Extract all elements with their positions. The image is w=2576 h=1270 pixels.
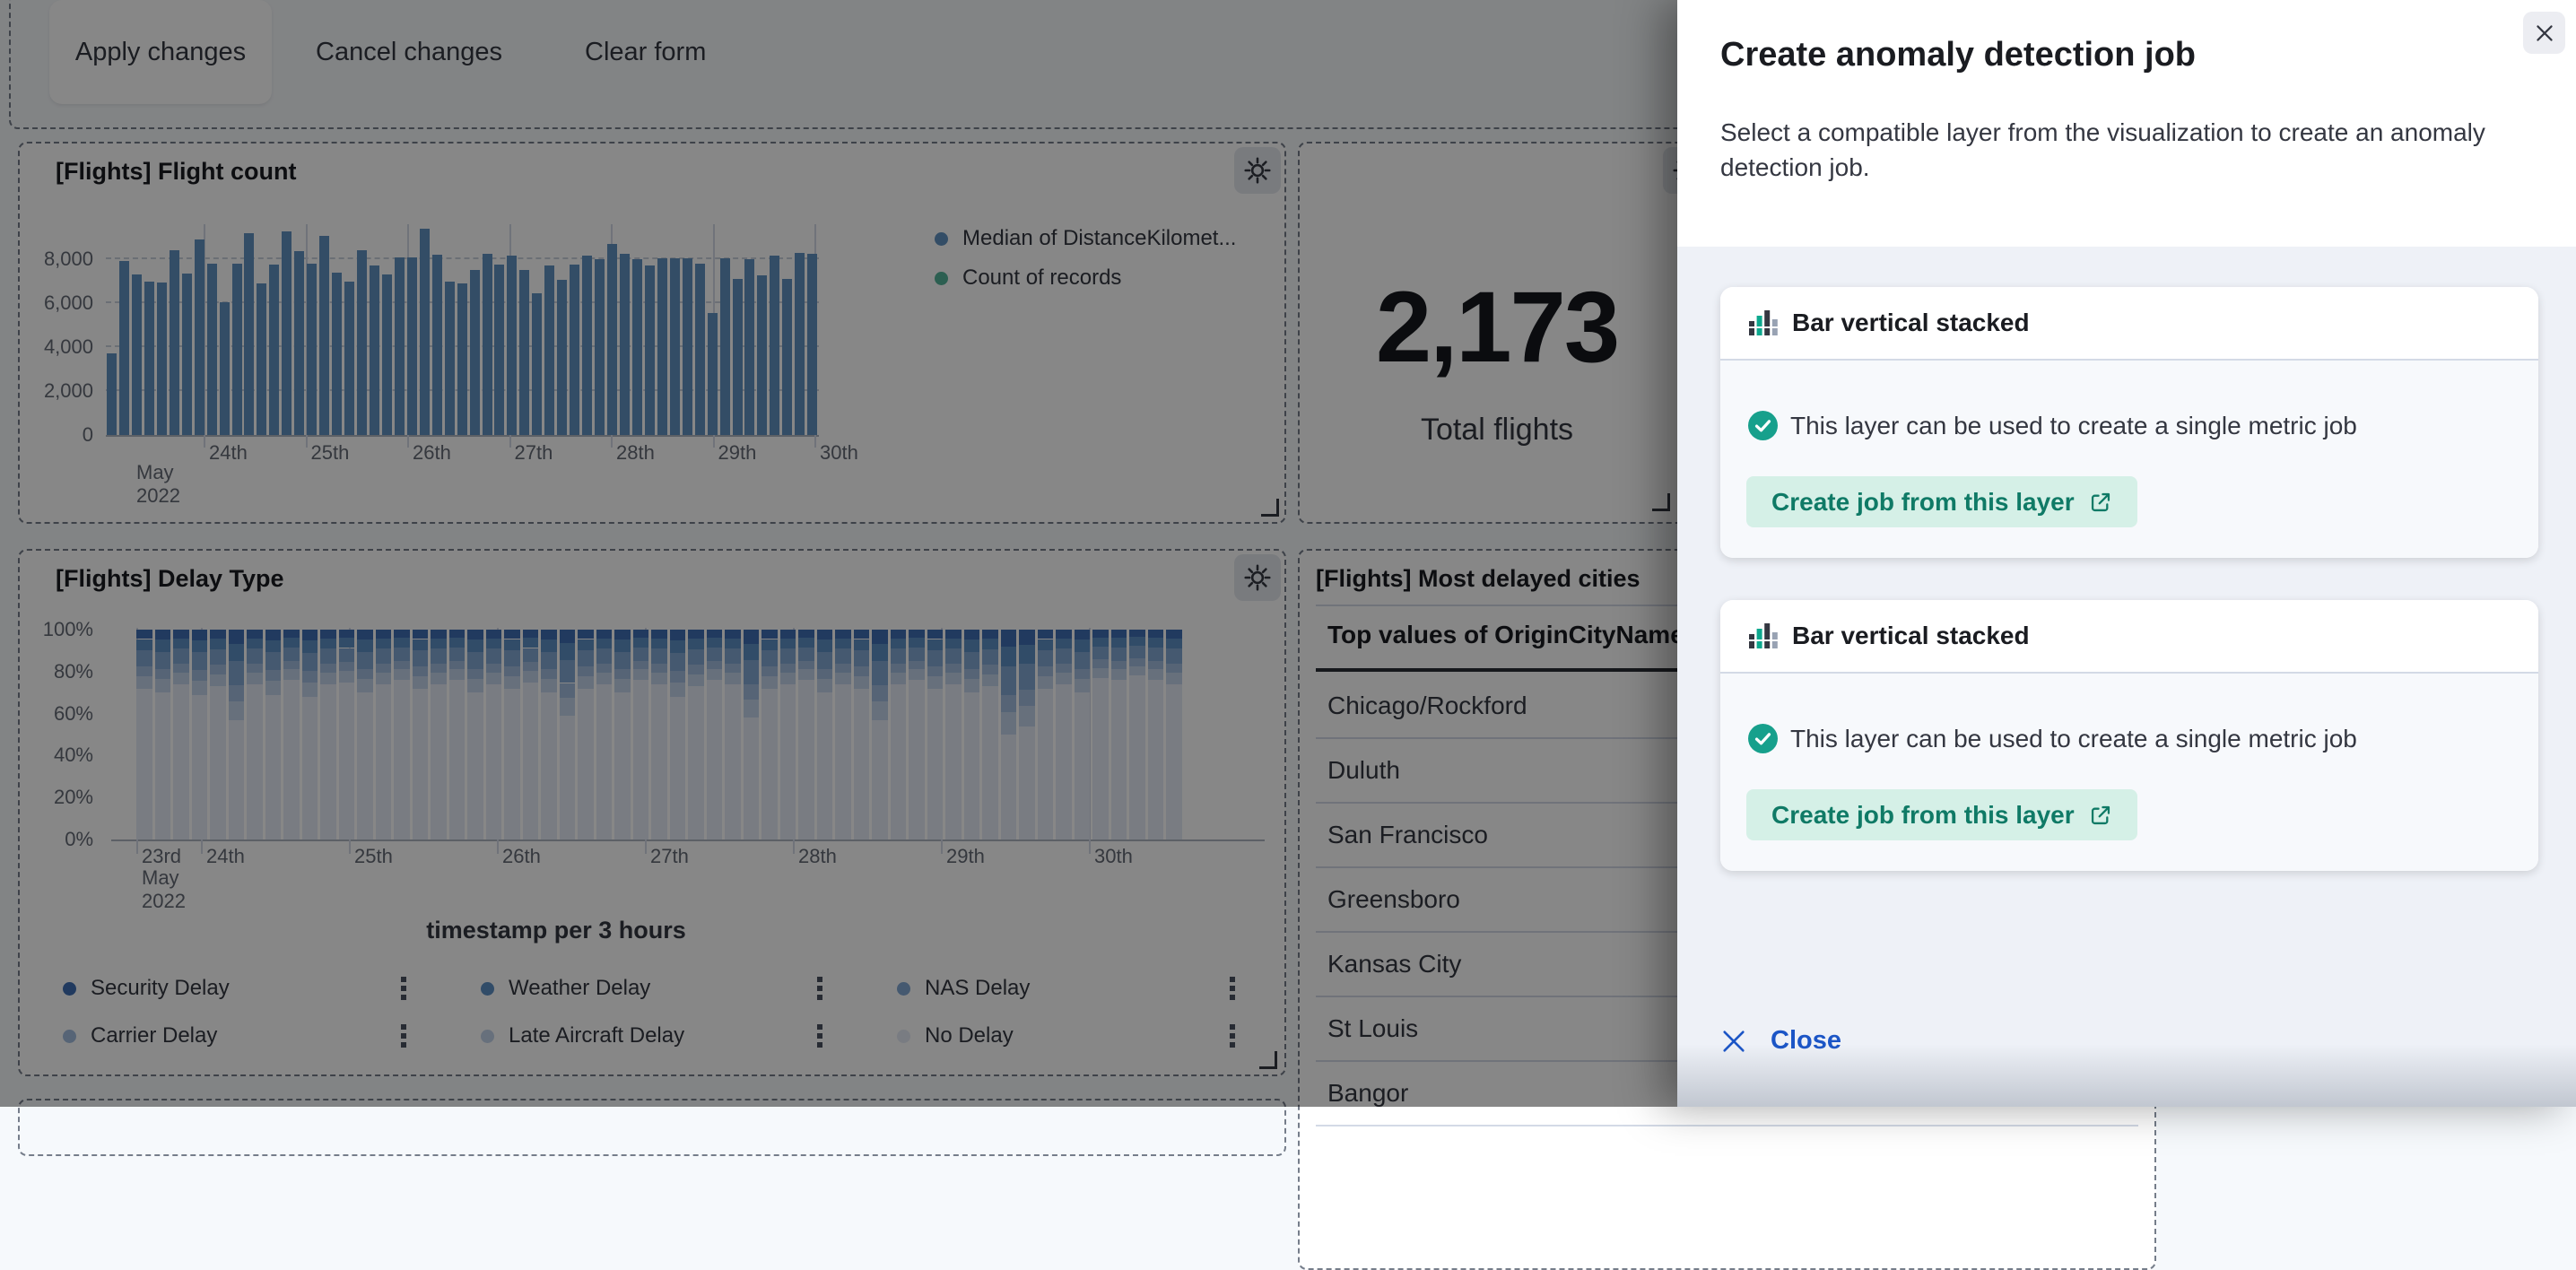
flyout-description: Select a compatible layer from the visua…	[1720, 115, 2537, 185]
create-job-button-label: Create job from this layer	[1771, 801, 2075, 830]
table-row-divider	[1316, 1125, 2138, 1126]
flyout-scroll-fade	[1677, 1044, 2576, 1107]
external-link-icon	[2089, 804, 2112, 827]
bar-vertical-stacked-icon	[1749, 309, 1778, 337]
create-job-button[interactable]: Create job from this layer	[1746, 789, 2137, 840]
check-circle-icon	[1748, 411, 1778, 440]
compatibility-row: This layer can be used to create a singl…	[1748, 724, 2357, 753]
panel-below-peek	[18, 1099, 1286, 1156]
layer-type-label: Bar vertical stacked	[1792, 309, 2030, 337]
close-icon	[2535, 23, 2554, 43]
flyout-close-button[interactable]	[2523, 12, 2565, 54]
layer-card-body: This layer can be used to create a singl…	[1720, 674, 2538, 871]
layer-card: Bar vertical stacked This layer can be us…	[1720, 287, 2538, 558]
layer-card-header: Bar vertical stacked	[1720, 287, 2538, 359]
check-circle-icon	[1748, 724, 1778, 753]
layer-card-header: Bar vertical stacked	[1720, 600, 2538, 672]
flyout-title: Create anomaly detection job	[1720, 36, 2196, 74]
compatibility-row: This layer can be used to create a singl…	[1748, 411, 2357, 440]
external-link-icon	[2089, 491, 2112, 514]
flyout-body: Bar vertical stacked This layer can be us…	[1677, 247, 2576, 1107]
compatibility-message: This layer can be used to create a singl…	[1790, 412, 2357, 440]
bar-vertical-stacked-icon	[1749, 622, 1778, 650]
create-job-button[interactable]: Create job from this layer	[1746, 476, 2137, 527]
layer-card: Bar vertical stacked This layer can be us…	[1720, 600, 2538, 871]
create-job-button-label: Create job from this layer	[1771, 488, 2075, 517]
create-anomaly-job-flyout: Create anomaly detection job Select a co…	[1677, 0, 2576, 1107]
compatibility-message: This layer can be used to create a singl…	[1790, 725, 2357, 753]
layer-card-body: This layer can be used to create a singl…	[1720, 361, 2538, 558]
layer-type-label: Bar vertical stacked	[1792, 622, 2030, 650]
